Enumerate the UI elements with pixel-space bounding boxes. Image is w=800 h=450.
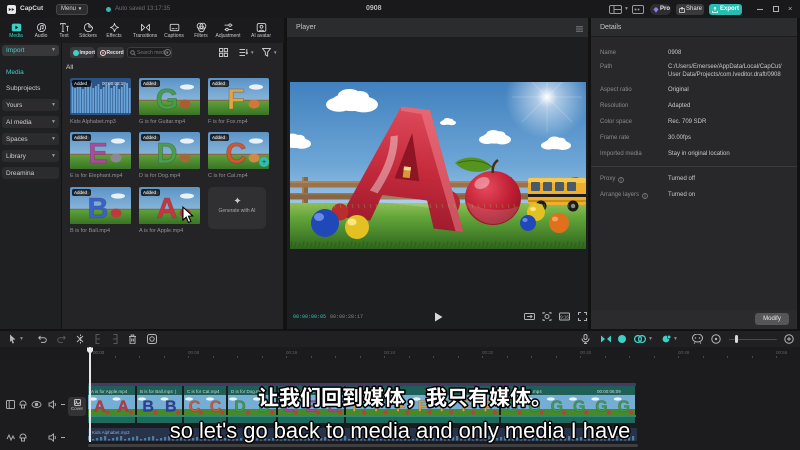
- svg-text:A: A: [117, 399, 129, 416]
- svg-text:B: B: [165, 399, 177, 416]
- svg-text:E: E: [88, 138, 107, 169]
- svg-text:F: F: [227, 84, 245, 115]
- svg-text:A: A: [157, 193, 178, 224]
- svg-text:D: D: [234, 399, 246, 416]
- svg-text:B: B: [88, 193, 109, 224]
- svg-text:G: G: [595, 399, 607, 416]
- svg-text:G: G: [156, 84, 179, 115]
- svg-text:9:16: 9:16: [560, 315, 569, 320]
- svg-text:C: C: [226, 138, 247, 169]
- svg-text:G: G: [573, 399, 585, 416]
- svg-text:G: G: [618, 399, 630, 416]
- svg-text:A: A: [94, 399, 106, 416]
- svg-text:B: B: [142, 399, 154, 416]
- svg-text:D: D: [157, 138, 178, 169]
